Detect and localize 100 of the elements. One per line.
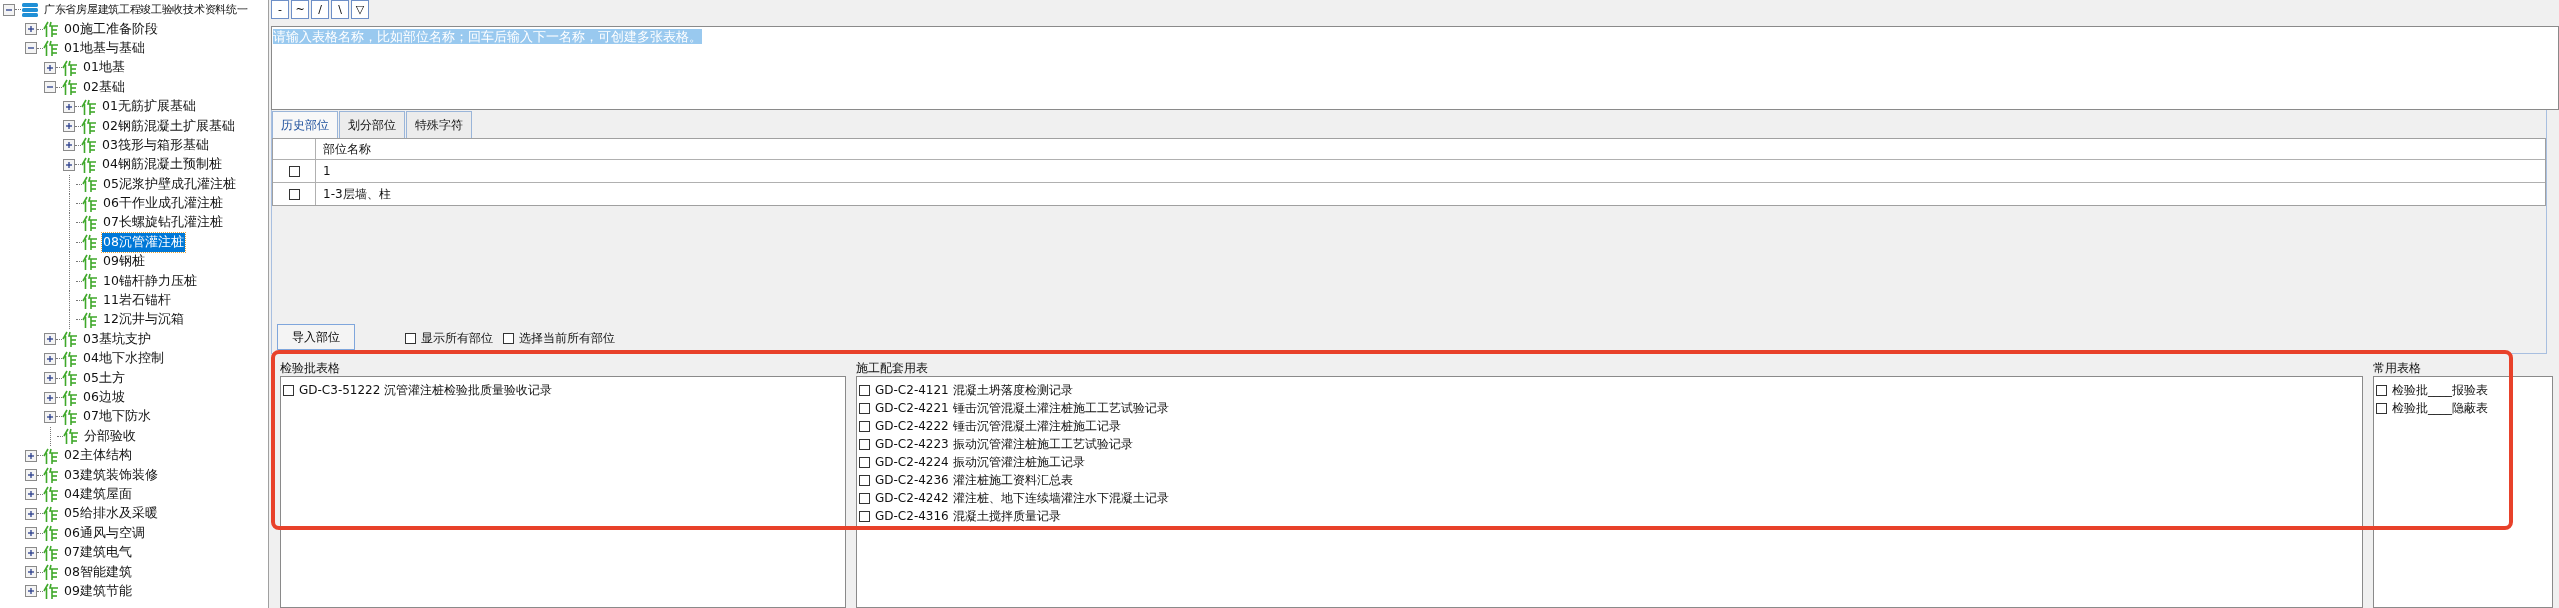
checkbox[interactable] xyxy=(405,333,416,344)
tab[interactable]: 特殊字符 xyxy=(406,111,472,138)
symbol-button[interactable]: / xyxy=(311,0,329,19)
collapse-icon[interactable] xyxy=(25,42,37,55)
checkbox[interactable] xyxy=(859,420,870,432)
list-item[interactable]: GD-C2-4224 振动沉管灌注桩施工记录 xyxy=(875,453,1085,471)
group-title: 施工配套用表 xyxy=(856,360,929,376)
expand-icon[interactable] xyxy=(44,410,56,423)
expand-icon[interactable] xyxy=(25,23,37,36)
checkbox[interactable] xyxy=(859,384,870,396)
expand-icon[interactable] xyxy=(25,566,37,578)
tree-item[interactable]: 06通风与空调 xyxy=(63,523,146,543)
checkbox[interactable] xyxy=(2376,402,2387,414)
list-item[interactable]: GD-C3-51222 沉管灌注桩检验批质量验收记录 xyxy=(299,381,553,399)
tree-item[interactable]: 03筏形与箱形基础 xyxy=(101,135,210,155)
import-button[interactable]: 导入部位 xyxy=(277,324,355,350)
list-item[interactable]: GD-C2-4236 灌注桩施工资料汇总表 xyxy=(875,471,1073,489)
expand-icon[interactable] xyxy=(25,488,37,501)
symbol-button[interactable]: ~ xyxy=(291,0,309,19)
tree-item[interactable]: 09钢桩 xyxy=(102,252,146,272)
checkbox[interactable] xyxy=(859,438,870,450)
tree-item[interactable]: 04地下水控制 xyxy=(82,349,165,369)
symbol-button[interactable]: \ xyxy=(331,0,349,19)
tree-item[interactable]: 07地下防水 xyxy=(82,407,152,427)
tree-item[interactable]: 06边坡 xyxy=(82,388,126,407)
tree-item[interactable]: 00施工准备阶段 xyxy=(63,19,159,39)
document-icon xyxy=(43,39,59,58)
tab[interactable]: 历史部位 xyxy=(272,111,338,138)
expand-icon[interactable] xyxy=(63,158,75,171)
list-item[interactable]: GD-C2-4121 混凝土坍落度检测记录 xyxy=(875,381,1073,399)
expand-icon[interactable] xyxy=(44,333,56,346)
checkbox[interactable] xyxy=(288,165,300,177)
list-item[interactable]: GD-C2-4222 锤击沉管混凝土灌注桩施工记录 xyxy=(875,417,1121,435)
list-item[interactable]: 检验批____报验表 xyxy=(2392,381,2488,399)
checkbox[interactable] xyxy=(2376,384,2387,396)
symbol-button[interactable]: ▽ xyxy=(351,0,369,19)
checkbox[interactable] xyxy=(859,456,870,468)
expand-icon[interactable] xyxy=(63,120,75,133)
checkbox[interactable] xyxy=(288,188,300,200)
tree-item[interactable]: 10锚杆静力压桩 xyxy=(102,271,198,291)
list-item[interactable]: GD-C2-4316 混凝土搅拌质量记录 xyxy=(875,507,1061,525)
expand-icon[interactable] xyxy=(25,546,37,559)
tree-item[interactable]: 03基坑支护 xyxy=(82,329,152,349)
expand-icon[interactable] xyxy=(44,61,56,74)
checkbox[interactable] xyxy=(283,384,294,396)
tree-item[interactable]: 02基础 xyxy=(82,77,126,97)
expand-icon[interactable] xyxy=(44,372,56,385)
document-icon xyxy=(82,291,98,310)
symbol-button[interactable]: - xyxy=(271,0,289,19)
expand-icon[interactable] xyxy=(25,527,37,540)
checkbox-label: 选择当前所有部位 xyxy=(519,330,615,347)
tree-item[interactable]: 08智能建筑 xyxy=(63,562,133,582)
tree-item[interactable]: 02主体结构 xyxy=(63,446,133,466)
tree-item[interactable]: 01地基与基础 xyxy=(63,38,146,58)
document-icon xyxy=(62,349,78,368)
collapse-icon[interactable] xyxy=(44,81,56,94)
tree-item[interactable]: 广东省房屋建筑工程竣工验收技术资料统一 xyxy=(43,1,249,19)
expand-icon[interactable] xyxy=(25,449,37,462)
checkbox[interactable] xyxy=(859,492,870,504)
expand-icon[interactable] xyxy=(25,585,37,598)
tab[interactable]: 划分部位 xyxy=(339,111,405,138)
tree-item[interactable]: 12沉井与沉箱 xyxy=(102,310,185,330)
document-icon xyxy=(82,194,98,213)
document-icon xyxy=(62,369,78,388)
expand-icon[interactable] xyxy=(44,352,56,365)
tree-item[interactable]: 09建筑节能 xyxy=(63,581,133,601)
expand-icon[interactable] xyxy=(44,391,56,404)
expand-icon[interactable] xyxy=(25,507,37,520)
tree-item[interactable]: 08沉管灌注桩 xyxy=(102,232,185,252)
tree-item[interactable]: 07建筑电气 xyxy=(63,543,133,563)
list-item[interactable]: GD-C2-4223 振动沉管灌注桩施工工艺试验记录 xyxy=(875,435,1133,453)
tree-item[interactable]: 11岩石锚杆 xyxy=(102,291,172,311)
expand-icon[interactable] xyxy=(63,100,75,113)
tree-item[interactable]: 07长螺旋钻孔灌注桩 xyxy=(102,213,224,233)
collapse-icon[interactable] xyxy=(3,3,15,16)
table-cell-text: 1-3层墙、柱 xyxy=(322,185,391,203)
list-item[interactable]: GD-C2-4242 灌注桩、地下连续墙灌注水下混凝土记录 xyxy=(875,489,1169,507)
checkbox[interactable] xyxy=(503,333,514,344)
document-icon xyxy=(43,20,59,39)
tree-item[interactable]: 03建筑装饰装修 xyxy=(63,465,159,485)
list-item[interactable]: 检验批____隐蔽表 xyxy=(2392,399,2488,417)
tree-item[interactable]: 05土方 xyxy=(82,368,126,388)
tree-item[interactable]: 05泥浆护壁成孔灌注桩 xyxy=(102,174,237,194)
tree-item[interactable]: 01无筋扩展基础 xyxy=(101,97,197,117)
tree-item[interactable]: 06干作业成孔灌注桩 xyxy=(102,194,224,214)
tree-item[interactable]: 04钢筋混凝土预制桩 xyxy=(101,155,223,175)
expand-icon[interactable] xyxy=(25,469,37,482)
tree-item[interactable]: 04建筑屋面 xyxy=(63,484,133,504)
list-item[interactable]: GD-C2-4221 锤击沉管混凝土灌注桩施工工艺试验记录 xyxy=(875,399,1169,417)
checkbox[interactable] xyxy=(859,402,870,414)
checkbox[interactable] xyxy=(859,510,870,522)
tree-item[interactable]: 05给排水及采暖 xyxy=(63,504,159,524)
document-icon xyxy=(43,466,59,485)
checkbox[interactable] xyxy=(859,474,870,486)
tree-item[interactable]: 分部验收 xyxy=(83,426,137,446)
document-icon xyxy=(81,136,97,155)
tree-item[interactable]: 01地基 xyxy=(82,58,126,78)
document-icon xyxy=(82,233,98,252)
tree-item[interactable]: 02钢筋混凝土扩展基础 xyxy=(101,116,236,136)
expand-icon[interactable] xyxy=(63,139,75,152)
